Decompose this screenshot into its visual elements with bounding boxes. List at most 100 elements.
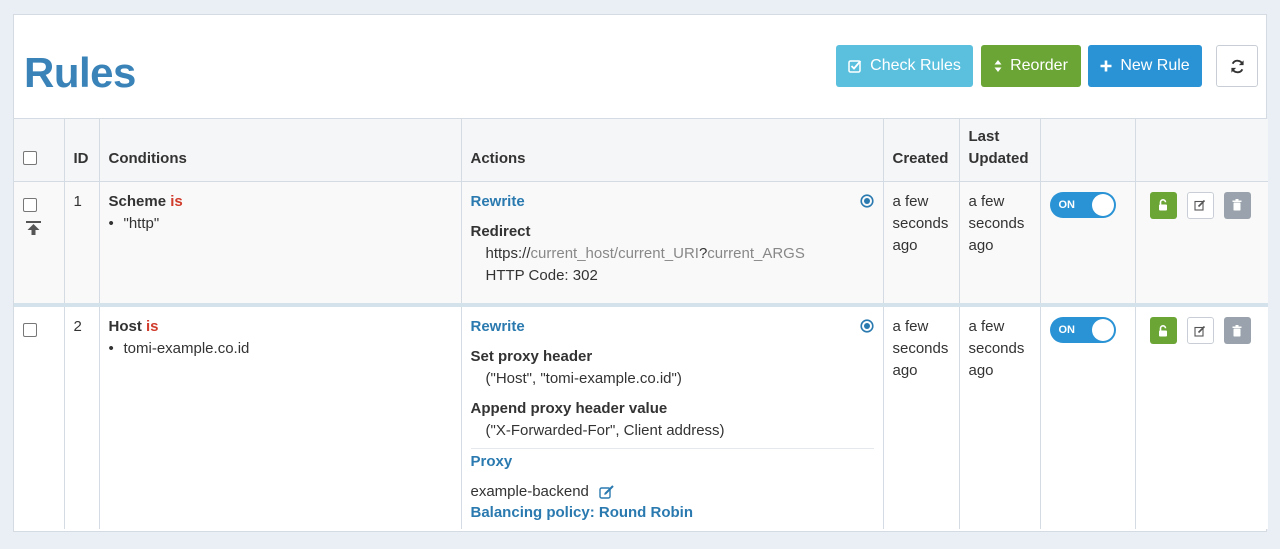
url-prefix: https:// [485,244,531,262]
new-rule-label: New Rule [1120,57,1190,74]
select-all-checkbox[interactable] [23,150,37,165]
row-actions-cell [1135,305,1268,529]
append-proxy-header-label: Append proxy header value [470,400,668,417]
rewrite-link[interactable]: Rewrite [471,191,874,213]
edit-button[interactable] [1186,317,1214,344]
created-cell: a few seconds ago [883,181,960,307]
actions-block: Rewrite Set proxy header ("Host", "tomi-… [470,316,874,523]
edit-icon [1194,199,1206,211]
toggle-knob [1091,319,1114,341]
edit-icon [1194,325,1206,337]
actions-divider [470,448,874,449]
row-actions-cell [1135,181,1268,307]
row-action-buttons [1145,317,1260,344]
redirect-label: Redirect [470,222,531,240]
conditions-cell: Host is tomi-example.co.id [99,305,462,529]
refresh-button[interactable] [1216,45,1258,87]
condition-field: Host [108,318,142,335]
rules-panel: Rules Check Rules Reorder New Rule ID Co… [13,14,1268,532]
rule-enabled-toggle[interactable]: ON [1049,317,1116,343]
column-header-actions: Actions [461,119,884,182]
backend-line: example-backend [471,481,874,503]
page-title: Rules [24,49,136,96]
toggle-label: ON [1058,198,1076,211]
actions-cell: Rewrite Redirect https://current_host/cu… [461,181,884,307]
plus-icon [1100,60,1112,72]
column-header-conditions: Conditions [99,119,462,182]
check-rules-button[interactable]: Check Rules [836,45,973,87]
trash-icon [1232,324,1242,336]
reorder-label: Reorder [1010,57,1068,74]
updated-cell: a few seconds ago [959,305,1041,529]
toggle-knob [1091,193,1114,216]
condition-value: "http" [124,213,452,235]
last-updated-line1: Last [968,127,1000,145]
row-select-cell [14,181,65,307]
set-proxy-header-value: ("Host", "tomi-example.co.id") [485,370,682,387]
url-args: current_ARGS [707,244,805,262]
pin-top-icon[interactable] [26,220,41,235]
set-proxy-header-label: Set proxy header [470,348,593,365]
new-rule-button[interactable]: New Rule [1088,45,1202,87]
unlock-icon [1159,324,1167,336]
rules-table: ID Conditions Actions Created Last Update… [14,119,1268,529]
row-id: 1 [64,181,100,307]
trash-icon [1232,199,1242,211]
table-row: 2 Host is tomi-example.co.id Rewrite [14,305,1268,529]
row-checkbox[interactable] [23,197,37,212]
condition-operator: is [146,318,159,335]
radio-selected-icon[interactable] [859,193,874,208]
actions-cell: Rewrite Set proxy header ("Host", "tomi-… [461,305,884,529]
condition-line: Host is [109,316,452,338]
lock-button[interactable] [1149,317,1177,344]
refresh-icon [1230,59,1244,73]
balancing-policy[interactable]: Balancing policy: Round Robin [471,503,874,523]
column-header-id: ID [64,119,100,182]
panel-header: Rules Check Rules Reorder New Rule [14,15,1266,119]
append-proxy-header-value: ("X-Forwarded-For", Client address) [485,422,725,439]
delete-button[interactable] [1223,191,1251,219]
condition-value: tomi-example.co.id [124,338,452,360]
rewrite-link[interactable]: Rewrite [471,316,874,338]
select-all-header [14,119,65,182]
row-select-cell [14,305,65,529]
row-id: 2 [64,305,100,529]
row-checkbox[interactable] [23,323,37,337]
updated-cell: a few seconds ago [959,181,1041,307]
condition-line: Scheme is [109,191,452,213]
column-header-toggle [1040,119,1136,182]
column-header-created: Created [883,119,960,182]
backend-name: example-backend [470,483,589,500]
condition-values: tomi-example.co.id [109,338,452,360]
row-action-buttons [1145,191,1260,219]
table-row: 1 Scheme is "http" Rewrite [14,181,1268,307]
reorder-button[interactable]: Reorder [981,45,1081,87]
redirect-code: HTTP Code: 302 [485,266,598,284]
actions-block: Rewrite Redirect https://current_host/cu… [471,191,874,287]
edit-button[interactable] [1186,191,1214,219]
delete-button[interactable] [1223,317,1251,344]
unlock-icon [1159,199,1167,211]
check-rules-label: Check Rules [870,57,961,74]
condition-field: Scheme [108,192,167,210]
column-header-row-actions [1135,119,1268,182]
url-uri: current_URI [618,244,699,262]
toggle-label: ON [1058,324,1076,336]
toggle-cell: ON [1040,181,1136,307]
radio-selected-icon[interactable] [859,319,874,333]
column-header-last-updated: Last Updated [959,119,1041,182]
sort-icon [994,60,1002,72]
proxy-link[interactable]: Proxy [471,451,874,473]
rule-enabled-toggle[interactable]: ON [1049,191,1116,218]
url-host: current_host [530,244,614,262]
table-header-row: ID Conditions Actions Created Last Update… [14,119,1268,182]
created-cell: a few seconds ago [883,305,960,529]
redirect-url: https://current_host/current_URI?current… [471,243,874,265]
lock-button[interactable] [1149,191,1177,219]
toggle-cell: ON [1040,305,1136,529]
check-square-icon [848,60,862,73]
conditions-cell: Scheme is "http" [99,181,462,307]
edit-external-icon[interactable] [599,485,615,499]
last-updated-line2: Updated [968,149,1029,167]
condition-values: "http" [109,213,452,235]
